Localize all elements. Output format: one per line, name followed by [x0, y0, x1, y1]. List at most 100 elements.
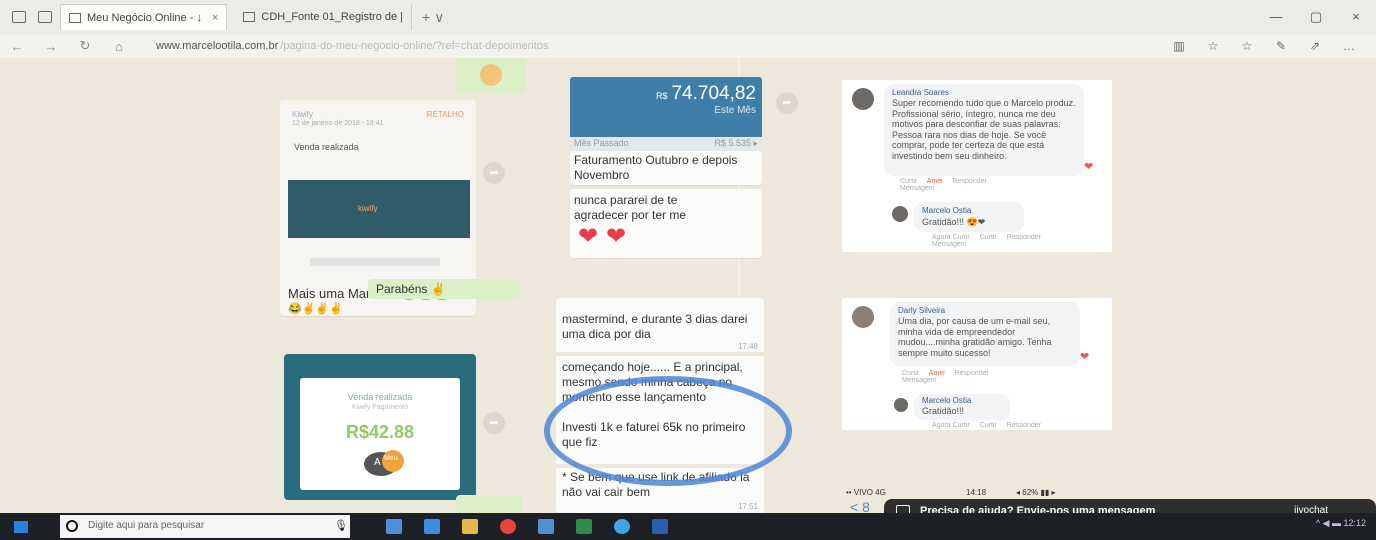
sticker-bubble — [456, 58, 526, 94]
comment-author[interactable]: Darly Silveira — [898, 306, 945, 315]
comment-actions: Curtir Amei Responder Mensagem — [900, 178, 995, 192]
reply-author[interactable]: Marcelo Ostia — [922, 206, 971, 215]
reply-link[interactable]: Responder — [955, 370, 989, 377]
faturamento-prev: Mês Passado R$ 5.535 ▸ — [570, 137, 762, 151]
battery-indicator: ◂ 62% ▮▮ ▸ — [1016, 488, 1056, 497]
avatar — [852, 306, 874, 328]
phone-time: 14:18 — [966, 488, 987, 497]
forward-icon[interactable]: ➦ — [483, 412, 505, 434]
love-link[interactable]: Amei — [929, 370, 945, 377]
reply-actions: Agora Curtir Curtir Responder Mensagem — [932, 234, 1108, 248]
reply-link[interactable]: Responder — [953, 178, 987, 185]
tab-list-icon[interactable] — [12, 11, 26, 23]
faturamento-amount: R$ 74.704,82 — [656, 83, 756, 105]
kiwify-header: Kiwify — [292, 110, 313, 119]
maximize-icon[interactable]: ▢ — [1296, 0, 1336, 34]
faturamento-message: Faturamento Outubro e depois Novembro — [574, 153, 738, 182]
hearts-bubble: ❤ ❤ — [570, 222, 762, 258]
photos-icon[interactable] — [538, 519, 554, 534]
internet-explorer-icon[interactable] — [614, 519, 630, 534]
reply-author[interactable]: Marcelo Ostia — [922, 396, 971, 405]
forward-icon[interactable]: ➦ — [776, 92, 798, 114]
tab-cdh-fonte[interactable]: CDH_Fonte 01_Registro de | — [235, 4, 413, 30]
favorites-hub-icon[interactable]: ☆ — [1230, 34, 1264, 58]
chrome-icon[interactable] — [500, 519, 516, 534]
reading-view-icon[interactable]: ▥ — [1162, 34, 1196, 58]
close-tab-icon[interactable]: × — [212, 12, 218, 24]
love-reaction-icon: ❤ — [1080, 351, 1090, 363]
share-icon[interactable]: ⇗ — [1298, 34, 1332, 58]
avatar — [894, 398, 908, 412]
back-icon[interactable]: ← — [0, 39, 34, 54]
faturamento-period: Este Mês — [714, 105, 756, 116]
address-bar: ← → ↻ ⌂ www.marcelootila.com.br /pagina-… — [0, 34, 1376, 58]
kiwify-title: Venda realizada — [294, 142, 359, 152]
kiwify-logo: kiwify — [358, 204, 378, 213]
more-icon[interactable]: … — [1332, 34, 1366, 58]
new-tab-button[interactable]: + ∨ — [422, 9, 444, 26]
windows-start-icon[interactable] — [14, 521, 28, 533]
search-placeholder: Digite aqui para pesquisar — [88, 520, 205, 531]
like-link[interactable]: Curtir — [980, 422, 997, 429]
comment-author[interactable]: Leandra Soares — [892, 88, 949, 97]
phone-status-bar: •• VIVO 4G 14:18 ◂ 62% ▮▮ ▸ — [846, 486, 1126, 500]
kiwify-emoji-row: 😂✌✌✌ — [288, 303, 343, 315]
system-tray[interactable]: ^ ◀ ▬ 12:12 — [1316, 518, 1366, 529]
fb-comment-card: Leandra Soares Super recomendo tudo que … — [842, 80, 1112, 252]
browser-tab-bar: Meu Negócio Online - ↓ × CDH_Fonte 01_Re… — [0, 0, 1376, 34]
document-icon — [243, 12, 256, 22]
venda-subtitle: Kiwify Pagamento — [351, 404, 409, 411]
notes-icon[interactable]: ✎ — [1264, 34, 1298, 58]
taskbar: Digite aqui para pesquisar 🎙 ^ ◀ ▬ 12:12 — [0, 513, 1376, 540]
like-link[interactable]: Agora Curtir — [932, 234, 970, 241]
venda-value: R$42.88 — [345, 422, 415, 442]
message-link[interactable]: Mensagem — [932, 241, 1108, 248]
like-link[interactable]: Curtir — [900, 178, 917, 185]
message-bubble: Faturamento Outubro e depois Novembro — [570, 151, 762, 185]
message-link[interactable]: Mensagem — [900, 185, 995, 192]
refresh-icon[interactable]: ↻ — [68, 38, 102, 54]
tab-label: Meu Negócio Online - ↓ — [87, 11, 202, 24]
reply-link[interactable]: Responder — [1007, 234, 1041, 241]
comment-text: Super recomendo tudo que o Marcelo produ… — [892, 98, 1076, 161]
excel-icon[interactable] — [576, 519, 592, 534]
browser-toolbar: ▥ ☆ ☆ ✎ ⇗ … — [1162, 34, 1366, 58]
prev-label: Mês Passado — [574, 138, 629, 148]
love-link[interactable]: Amei — [927, 178, 943, 185]
microphone-icon[interactable]: 🎙 — [334, 519, 348, 532]
sticker-icon — [480, 64, 502, 86]
venda-image-card[interactable]: Venda realizada Kiwify Pagamento R$42.88… — [284, 354, 476, 500]
badge-label: Meu — [384, 455, 398, 462]
tab-meu-negocio[interactable]: Meu Negócio Online - ↓ × — [60, 4, 228, 30]
file-explorer-icon[interactable] — [462, 519, 478, 534]
message-link[interactable]: Mensagem — [902, 377, 997, 384]
meu-badge-icon: Meu — [382, 450, 404, 472]
carrier-label: •• VIVO 4G — [846, 488, 886, 497]
sticker-bubble-bottom — [456, 495, 522, 513]
close-window-icon[interactable]: × — [1336, 0, 1376, 34]
forward-icon[interactable]: → — [34, 39, 68, 54]
like-link[interactable]: Agora Curtir — [932, 422, 970, 429]
home-icon[interactable]: ⌂ — [102, 39, 136, 54]
task-view-icon[interactable] — [386, 519, 402, 534]
venda-title: Venda realizada — [347, 392, 413, 402]
word-icon[interactable] — [652, 519, 668, 534]
chat-message: mastermind, e durante 3 dias darei uma d… — [562, 312, 748, 341]
fb-comment-card: Darly Silveira Uma dia, por causa de um … — [842, 298, 1112, 430]
tab-label: CDH_Fonte 01_Registro de | — [261, 11, 404, 23]
favorite-icon[interactable]: ☆ — [1196, 34, 1230, 58]
url-path[interactable]: /pagina-do-meu-negocio-online/?ref=chat-… — [280, 40, 548, 52]
message-separator — [556, 352, 764, 356]
venda-inner: Venda realizada Kiwify Pagamento R$42.88… — [300, 378, 460, 490]
minimize-icon[interactable]: — — [1256, 0, 1296, 34]
tab-preview-icon[interactable] — [38, 11, 52, 23]
like-link[interactable]: Curtir — [902, 370, 919, 377]
url-input[interactable]: www.marcelootila.com.br — [156, 40, 278, 52]
taskbar-search[interactable]: Digite aqui para pesquisar — [60, 515, 350, 538]
like-link[interactable]: Curtir — [980, 234, 997, 241]
forward-icon[interactable]: ➦ — [483, 162, 505, 184]
cortana-icon — [66, 520, 78, 532]
reply-link[interactable]: Responder — [1007, 422, 1041, 429]
comment-text: Uma dia, por causa de um e-mail seu, min… — [898, 316, 1052, 358]
edge-icon[interactable] — [424, 519, 440, 534]
